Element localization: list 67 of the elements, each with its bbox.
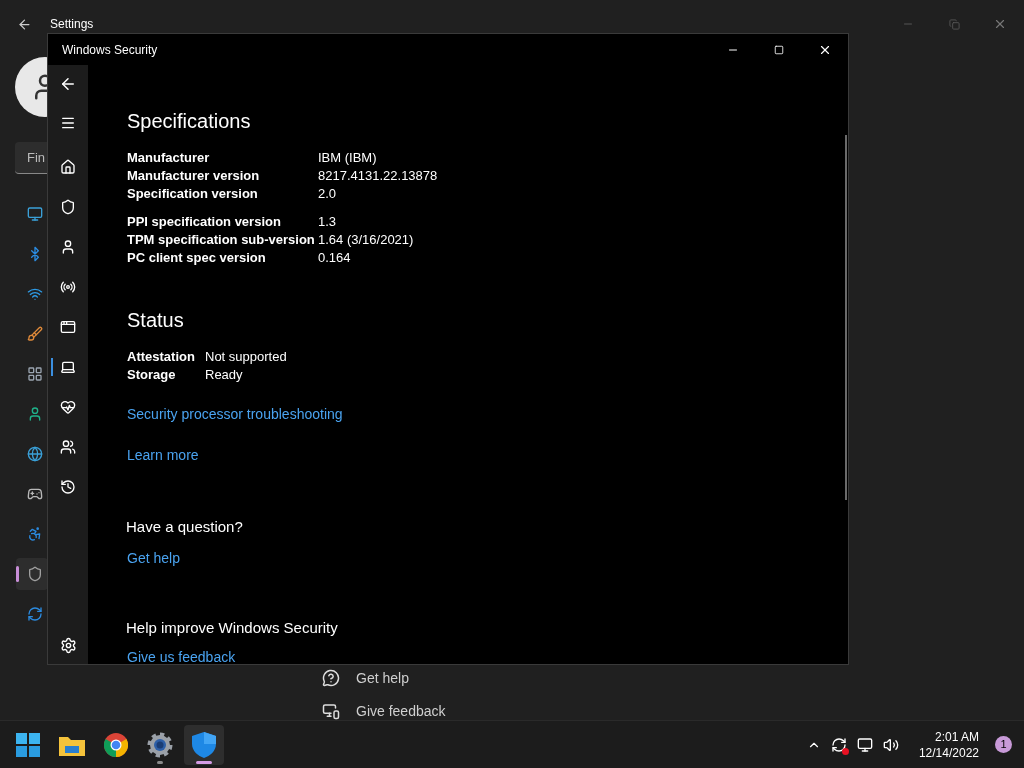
- person-icon: [60, 239, 76, 255]
- field-label: Attestation: [127, 348, 196, 366]
- help-icon: [322, 669, 340, 687]
- field-value: Not supported: [205, 348, 287, 366]
- close-icon: [993, 17, 1007, 31]
- shield-icon: [60, 199, 76, 215]
- link[interactable]: Give us feedback: [127, 647, 236, 668]
- gear-icon: [147, 731, 173, 758]
- search-field[interactable]: Fin: [15, 142, 47, 174]
- section-heading: Have a question?: [126, 517, 243, 537]
- monitor-icon: [27, 206, 43, 222]
- history-icon: [60, 479, 76, 495]
- field-label: TPM specification sub-version: [127, 231, 316, 249]
- wifi-icon: [27, 286, 43, 302]
- clock-date[interactable]: 12/14/2022: [918, 744, 979, 761]
- shield-icon: [27, 566, 43, 582]
- restore-icon: [948, 18, 960, 30]
- link[interactable]: Learn more: [127, 445, 199, 466]
- taskbar-app[interactable]: [184, 724, 224, 765]
- window-title: Settings: [50, 16, 94, 33]
- back-icon[interactable]: [59, 75, 77, 93]
- family-icon: [60, 439, 76, 455]
- maximize-icon: [774, 44, 784, 55]
- update-icon: [27, 606, 43, 622]
- volume-icon[interactable]: [882, 736, 899, 753]
- field-value: Ready: [205, 366, 244, 384]
- menu-icon[interactable]: [60, 115, 76, 131]
- back-icon[interactable]: [17, 16, 32, 32]
- antenna-icon: [60, 279, 76, 295]
- browser-icon: [104, 732, 128, 757]
- link[interactable]: Give feedback: [356, 700, 446, 722]
- link[interactable]: Security processor troubleshooting: [127, 404, 343, 425]
- field-value: 1.3: [318, 213, 338, 231]
- field-label: Storage: [127, 366, 177, 384]
- home-icon: [60, 159, 76, 175]
- scrollbar[interactable]: [845, 135, 847, 500]
- person-icon: [27, 406, 43, 422]
- section-heading: Status: [127, 308, 185, 332]
- feedback-icon: [322, 702, 340, 720]
- field-value: 0.164: [318, 249, 352, 267]
- field-value: 8217.4131.22.13878: [318, 167, 438, 185]
- field-value: IBM (IBM): [318, 149, 378, 167]
- accessibility-icon: [27, 526, 43, 542]
- notification-badge[interactable]: 1: [995, 736, 1012, 753]
- laptop-icon: [60, 359, 76, 375]
- heart-pulse-icon: [60, 399, 76, 415]
- field-value: 1.64 (3/16/2021): [318, 231, 414, 249]
- field-label: PC client spec version: [127, 249, 267, 267]
- field-value: 2.0: [318, 185, 338, 203]
- app-window-icon: [60, 319, 76, 335]
- field-label: PPI specification version: [127, 213, 282, 231]
- link[interactable]: Get help: [356, 667, 409, 689]
- field-label: Specification version: [127, 185, 259, 203]
- clock-time[interactable]: 2:01 AM: [934, 728, 979, 745]
- apps-icon: [27, 366, 43, 382]
- field-label: Manufacturer: [127, 149, 211, 167]
- section-heading: Specifications: [127, 109, 252, 133]
- gamepad-icon: [27, 486, 43, 502]
- field-label: Manufacturer version: [127, 167, 261, 185]
- sync-alert-icon[interactable]: [830, 736, 847, 753]
- link[interactable]: Get help: [127, 547, 180, 569]
- settings-icon[interactable]: [59, 637, 77, 654]
- brush-icon: [27, 326, 43, 342]
- window-title: Windows Security: [62, 41, 158, 59]
- shield-icon: [192, 731, 216, 758]
- section-heading: Help improve Windows Security: [126, 617, 338, 638]
- windows-logo-icon: [16, 732, 40, 757]
